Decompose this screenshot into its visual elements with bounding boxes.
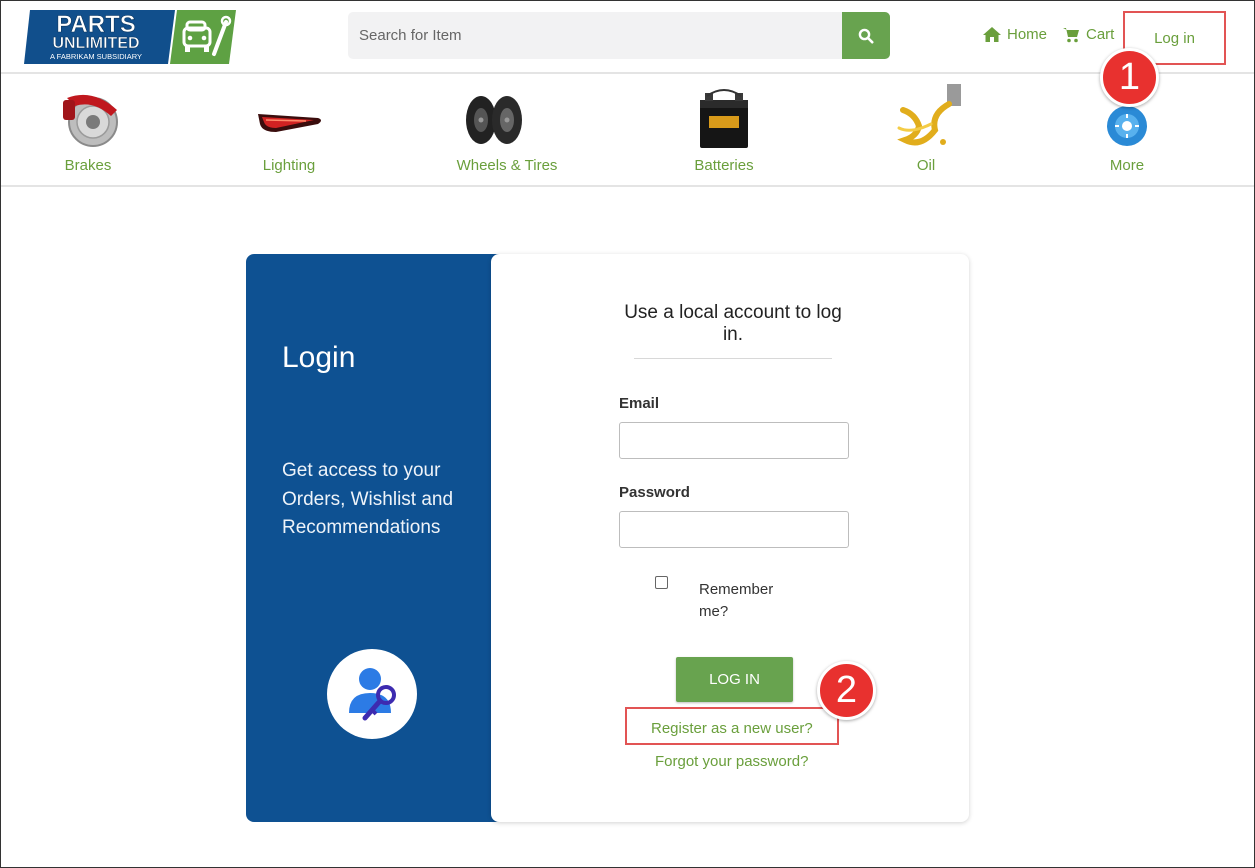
step-2-badge: 2 <box>817 661 876 720</box>
nav-cart-link[interactable]: Cart <box>1063 26 1114 43</box>
nav-home-link[interactable]: Home <box>983 26 1047 43</box>
password-label: Password <box>619 484 690 501</box>
oil-icon <box>897 84 961 146</box>
home-icon <box>983 27 1001 42</box>
user-key-badge <box>327 649 417 739</box>
search-bar <box>348 12 890 59</box>
login-form-panel: Use a local account to log in. Email Pas… <box>491 254 969 822</box>
cart-icon <box>1063 27 1079 42</box>
logo-line2: UNLIMITED <box>52 35 139 52</box>
email-label: Email <box>619 395 660 412</box>
nav-cart-label: Cart <box>1086 26 1115 43</box>
lighting-icon <box>258 114 321 132</box>
brakes-icon <box>63 94 118 147</box>
search-icon <box>858 28 874 43</box>
remember-me-label: Remember me? <box>699 581 774 620</box>
parts-unlimited-logo[interactable]: PARTS UNLIMITED A FABRIKAM SUBSIDIARY <box>24 10 236 64</box>
category-bar: Brakes Lighting Wheels & Tires Batteries… <box>1 76 1254 187</box>
battery-icon <box>700 89 748 148</box>
search-button[interactable] <box>842 12 890 59</box>
log-in-button[interactable]: LOG IN <box>676 657 793 702</box>
remember-me-checkbox[interactable] <box>655 576 668 589</box>
heading-divider <box>634 358 832 359</box>
login-panel-title: Login <box>282 341 356 374</box>
category-label: Brakes <box>64 157 112 174</box>
wheels-tires-icon <box>466 96 522 144</box>
forgot-password-link[interactable]: Forgot your password? <box>655 753 808 770</box>
email-field[interactable] <box>619 422 849 459</box>
login-info-panel: Login Get access to your Orders, Wishlis… <box>246 254 499 822</box>
nav-home-label: Home <box>1007 26 1048 43</box>
user-key-icon <box>349 668 396 721</box>
category-label: More <box>1109 157 1145 174</box>
category-label: Wheels & Tires <box>456 157 558 174</box>
category-label: Lighting <box>262 157 316 174</box>
category-label: Batteries <box>694 157 754 174</box>
category-label: Oil <box>916 157 936 174</box>
nav-login-link[interactable]: Log in <box>1154 30 1195 47</box>
search-input[interactable] <box>348 12 842 59</box>
password-field[interactable] <box>619 511 849 548</box>
logo-tagline: A FABRIKAM SUBSIDIARY <box>50 52 142 61</box>
form-heading: Use a local account to log in. <box>624 302 842 345</box>
logo-line1: PARTS <box>56 11 136 38</box>
step-1-badge: 1 <box>1100 48 1159 107</box>
site-header: PARTS UNLIMITED A FABRIKAM SUBSIDIARY Se… <box>1 1 1254 74</box>
login-panel-description: Get access to your Orders, Wishlist and … <box>282 460 454 538</box>
register-link[interactable]: Register as a new user? <box>651 720 813 737</box>
